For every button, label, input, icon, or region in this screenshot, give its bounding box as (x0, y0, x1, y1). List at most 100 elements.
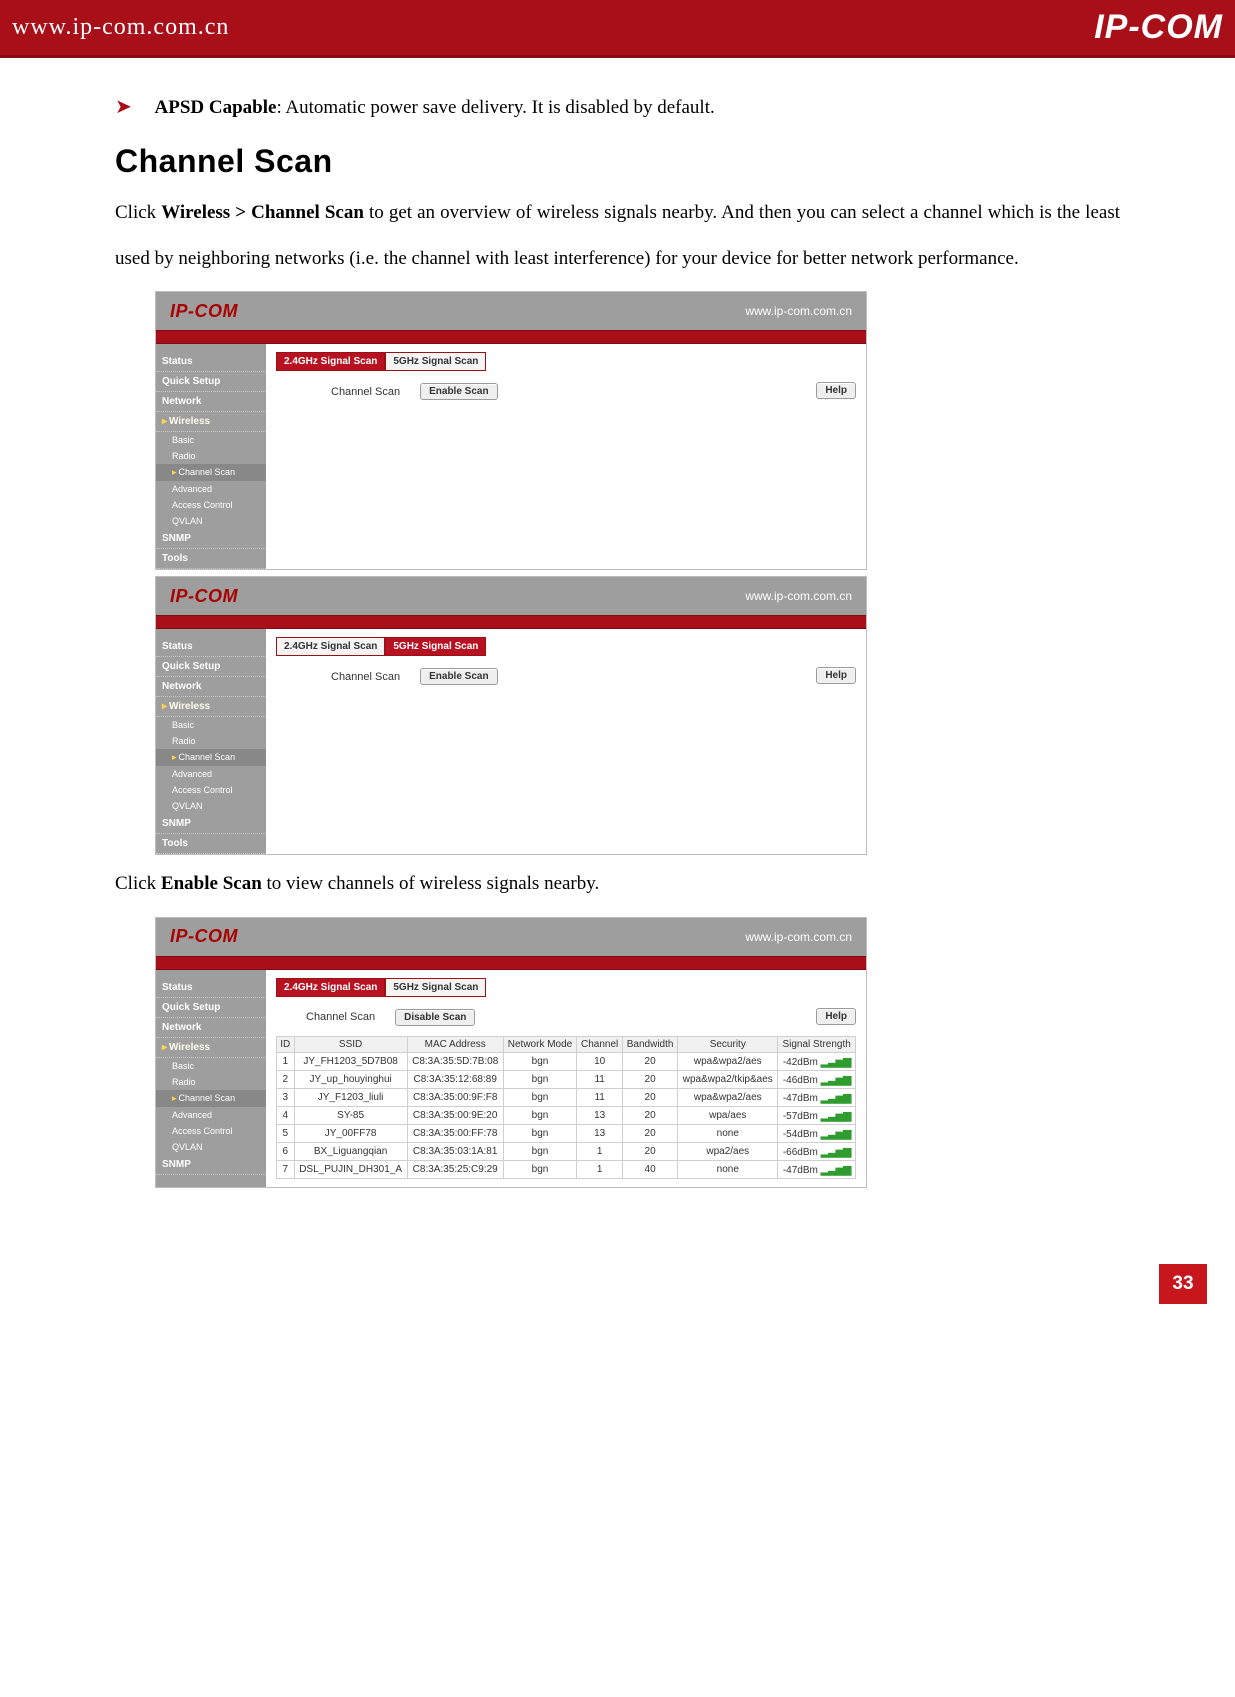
sidebar-item-snmp[interactable]: SNMP (156, 814, 266, 834)
sidebar-item-tools[interactable]: Tools (156, 834, 266, 854)
sidebar-item-advanced[interactable]: Advanced (156, 481, 266, 497)
page-number: 33 (1159, 1264, 1207, 1304)
section-title: Channel Scan (115, 143, 1120, 180)
sidebar-item-basic[interactable]: Basic (156, 1058, 266, 1074)
signal-bars-icon: ▂▃▅▆ (821, 1110, 851, 1122)
tab-5ghz[interactable]: 5GHz Signal Scan (385, 978, 486, 997)
table-header: Signal Strength (778, 1036, 856, 1052)
page-header: www.ip-com.com.cn IP-COM (0, 0, 1235, 58)
table-header: Security (678, 1036, 778, 1052)
sidebar-item-tools[interactable]: Tools (156, 549, 266, 569)
screenshot-scan-results: IP-COM www.ip-com.com.cn Status Quick Se… (155, 917, 867, 1188)
page-footer: 33 (0, 1194, 1235, 1334)
tab-5ghz[interactable]: 5GHz Signal Scan (385, 637, 486, 656)
sidebar-item-qvlan[interactable]: QVLAN (156, 1139, 266, 1155)
sidebar-item-wireless[interactable]: ▸Wireless (156, 412, 266, 432)
app-url: www.ip-com.com.cn (745, 589, 852, 603)
signal-bars-icon: ▂▃▅▆ (821, 1128, 851, 1140)
header-url[interactable]: www.ip-com.com.cn (12, 14, 229, 41)
table-header: ID (277, 1036, 295, 1052)
sidebar-item-network[interactable]: Network (156, 677, 266, 697)
table-header: Bandwidth (622, 1036, 677, 1052)
sidebar-item-status[interactable]: Status (156, 637, 266, 657)
table-row: 5JY_00FF78C8:3A:35:00:FF:78bgn1320none-5… (277, 1124, 856, 1142)
sidebar-item-channel-scan[interactable]: ▸Channel Scan (156, 464, 266, 481)
sidebar-item-network[interactable]: Network (156, 392, 266, 412)
content-pane: 2.4GHz Signal Scan 5GHz Signal Scan Chan… (266, 629, 866, 854)
sidebar: Status Quick Setup Network ▸Wireless Bas… (156, 344, 266, 569)
app-header: IP-COM www.ip-com.com.cn (156, 918, 866, 956)
help-button[interactable]: Help (816, 382, 856, 399)
marker-icon: ▸ (172, 467, 177, 477)
sidebar: Status Quick Setup Network ▸Wireless Bas… (156, 970, 266, 1187)
sidebar-item-status[interactable]: Status (156, 978, 266, 998)
sidebar-item-channel-scan[interactable]: ▸Channel Scan (156, 749, 266, 766)
table-row: 3JY_F1203_liuliC8:3A:35:00:9F:F8bgn1120w… (277, 1088, 856, 1106)
sidebar-item-access-control[interactable]: Access Control (156, 1123, 266, 1139)
app-logo: IP-COM (170, 586, 238, 607)
marker-icon: ▸ (162, 416, 167, 427)
sidebar-item-access-control[interactable]: Access Control (156, 497, 266, 513)
content-pane: 2.4GHz Signal Scan 5GHz Signal Scan Chan… (266, 344, 866, 569)
table-header: Channel (577, 1036, 623, 1052)
sidebar-item-qvlan[interactable]: QVLAN (156, 513, 266, 529)
sidebar-item-advanced[interactable]: Advanced (156, 1107, 266, 1123)
sidebar-item-wireless[interactable]: ▸Wireless (156, 1038, 266, 1058)
apsd-term: APSD Capable (155, 97, 277, 118)
apsd-desc: : Automatic power save delivery. It is d… (276, 97, 714, 118)
table-row: 1JY_FH1203_5D7B08C8:3A:35:5D:7B:08bgn102… (277, 1052, 856, 1070)
sidebar-item-quick-setup[interactable]: Quick Setup (156, 998, 266, 1018)
table-row: 4SY-85C8:3A:35:00:9E:20bgn1320wpa/aes-57… (277, 1106, 856, 1124)
app-redbar (156, 330, 866, 344)
sidebar-item-snmp[interactable]: SNMP (156, 1155, 266, 1175)
tab-24ghz[interactable]: 2.4GHz Signal Scan (276, 637, 385, 656)
signal-bars-icon: ▂▃▅▆ (821, 1056, 851, 1068)
signal-bars-icon: ▂▃▅▆ (821, 1092, 851, 1104)
content-pane: 2.4GHz Signal Scan 5GHz Signal Scan Chan… (266, 970, 866, 1187)
bullet-arrow-icon: ➤ (115, 96, 132, 118)
sidebar-item-radio[interactable]: Radio (156, 448, 266, 464)
sidebar-item-quick-setup[interactable]: Quick Setup (156, 372, 266, 392)
sidebar: Status Quick Setup Network ▸Wireless Bas… (156, 629, 266, 854)
help-button[interactable]: Help (816, 667, 856, 684)
sidebar-item-basic[interactable]: Basic (156, 717, 266, 733)
help-button[interactable]: Help (816, 1008, 856, 1025)
app-url: www.ip-com.com.cn (745, 930, 852, 944)
table-row: 2JY_up_houyinghuiC8:3A:35:12:68:89bgn112… (277, 1070, 856, 1088)
marker-icon: ▸ (162, 1042, 167, 1053)
sidebar-item-radio[interactable]: Radio (156, 1074, 266, 1090)
app-logo: IP-COM (170, 301, 238, 322)
table-row: 6BX_LiguangqianC8:3A:35:03:1A:81bgn120wp… (277, 1142, 856, 1160)
sidebar-item-wireless[interactable]: ▸Wireless (156, 697, 266, 717)
sidebar-item-channel-scan[interactable]: ▸Channel Scan (156, 1090, 266, 1107)
signal-bars-icon: ▂▃▅▆ (821, 1164, 851, 1176)
disable-scan-button[interactable]: Disable Scan (395, 1009, 475, 1026)
intro-paragraph: Click Wireless > Channel Scan to get an … (115, 190, 1120, 281)
sidebar-item-quick-setup[interactable]: Quick Setup (156, 657, 266, 677)
signal-bars-icon: ▂▃▅▆ (821, 1146, 851, 1158)
app-url: www.ip-com.com.cn (745, 304, 852, 318)
sidebar-item-access-control[interactable]: Access Control (156, 782, 266, 798)
sidebar-item-network[interactable]: Network (156, 1018, 266, 1038)
sidebar-item-radio[interactable]: Radio (156, 733, 266, 749)
sidebar-item-basic[interactable]: Basic (156, 432, 266, 448)
table-header: SSID (294, 1036, 407, 1052)
enable-scan-button[interactable]: Enable Scan (420, 668, 497, 685)
scan-results-table: IDSSIDMAC AddressNetwork ModeChannelBand… (276, 1036, 856, 1179)
enable-scan-button[interactable]: Enable Scan (420, 383, 497, 400)
marker-icon: ▸ (172, 752, 177, 762)
app-header: IP-COM www.ip-com.com.cn (156, 292, 866, 330)
sidebar-item-advanced[interactable]: Advanced (156, 766, 266, 782)
tab-5ghz[interactable]: 5GHz Signal Scan (385, 352, 486, 371)
app-logo: IP-COM (170, 926, 238, 947)
app-header: IP-COM www.ip-com.com.cn (156, 577, 866, 615)
sidebar-item-qvlan[interactable]: QVLAN (156, 798, 266, 814)
channel-scan-label: Channel Scan (331, 671, 400, 683)
table-header: MAC Address (407, 1036, 503, 1052)
tab-24ghz[interactable]: 2.4GHz Signal Scan (276, 978, 385, 997)
channel-scan-label: Channel Scan (331, 386, 400, 398)
tab-24ghz[interactable]: 2.4GHz Signal Scan (276, 352, 385, 371)
sidebar-item-status[interactable]: Status (156, 352, 266, 372)
sidebar-item-snmp[interactable]: SNMP (156, 529, 266, 549)
table-row: 7DSL_PUJIN_DH301_AC8:3A:35:25:C9:29bgn14… (277, 1160, 856, 1178)
